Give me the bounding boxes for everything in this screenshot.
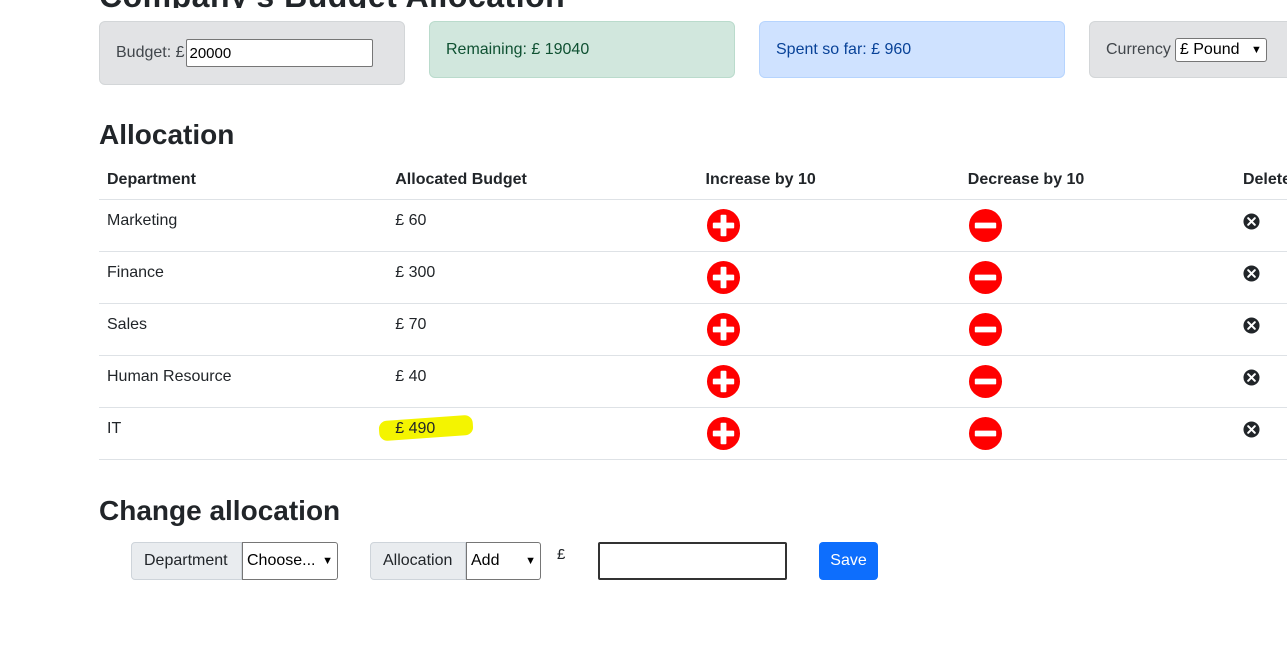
x-circle-icon[interactable] <box>1243 421 1260 438</box>
department-input-group: Department Choose... ▼ <box>131 542 338 580</box>
department-name: Human Resource <box>107 368 232 385</box>
col-header-decrease: Decrease by 10 <box>959 160 1235 200</box>
minus-circle-icon[interactable] <box>968 364 1003 399</box>
x-circle-icon[interactable] <box>1243 265 1260 282</box>
department-name: Finance <box>107 264 164 281</box>
currency-select[interactable]: £ Pound ▼ <box>1174 37 1267 62</box>
allocation-table: Department Allocated Budget Increase by … <box>99 160 1287 460</box>
department-label: Department <box>131 542 242 580</box>
allocation-table-wrap: Department Allocated Budget Increase by … <box>99 160 1287 460</box>
chevron-down-icon: ▼ <box>525 555 536 567</box>
x-circle-icon[interactable] <box>1243 369 1260 386</box>
minus-circle-icon[interactable] <box>968 416 1003 451</box>
department-name: Marketing <box>107 212 178 229</box>
allocated-budget: £ 40 <box>395 368 427 385</box>
table-row: Sales £ 70 <box>99 303 1287 356</box>
budget-input[interactable] <box>185 39 373 67</box>
allocation-type-select[interactable]: Add ▼ <box>466 542 541 580</box>
department-select[interactable]: Choose... ▼ <box>242 542 338 580</box>
x-circle-icon[interactable] <box>1243 213 1260 230</box>
department-name: Sales <box>107 316 148 333</box>
plus-circle-icon[interactable] <box>706 312 741 347</box>
page-title: Company's Budget Allocation <box>99 0 565 8</box>
plus-circle-icon[interactable] <box>706 364 741 399</box>
table-row: IT £ 490 <box>99 407 1287 460</box>
plus-circle-icon[interactable] <box>706 208 741 243</box>
currency-selected: £ Pound <box>1179 40 1240 58</box>
chevron-down-icon: ▼ <box>1251 43 1262 56</box>
amount-input[interactable] <box>598 542 787 580</box>
department-name: IT <box>107 420 122 437</box>
col-header-department: Department <box>99 160 388 200</box>
table-row: Human Resource £ 40 <box>99 355 1287 408</box>
remaining-card: Remaining: £ 19040 <box>429 21 735 78</box>
col-header-delete: Delete <box>1234 160 1287 200</box>
spent-card: Spent so far: £ 960 <box>759 21 1065 78</box>
save-button[interactable]: Save <box>819 542 878 580</box>
budget-card: Budget: £ <box>99 21 405 85</box>
table-header-row: Department Allocated Budget Increase by … <box>99 160 1287 200</box>
allocation-label: Allocation <box>370 542 466 580</box>
allocated-budget: £ 60 <box>395 212 427 229</box>
allocated-budget: £ 70 <box>395 316 427 333</box>
x-circle-icon[interactable] <box>1243 317 1260 334</box>
allocated-budget-highlighted: £ 490 <box>395 420 436 437</box>
allocated-budget: £ 300 <box>395 264 436 281</box>
plus-circle-icon[interactable] <box>706 416 741 451</box>
minus-circle-icon[interactable] <box>968 208 1003 243</box>
currency-label: Currency <box>1106 40 1171 58</box>
table-row: Marketing £ 60 <box>99 199 1287 252</box>
change-allocation-heading: Change allocation <box>99 495 341 526</box>
plus-circle-icon[interactable] <box>706 260 741 295</box>
minus-circle-icon[interactable] <box>968 312 1003 347</box>
col-header-increase: Increase by 10 <box>697 160 960 200</box>
budget-label: Budget: £ <box>116 44 185 61</box>
spent-text: Spent so far: £ 960 <box>776 40 912 58</box>
minus-circle-icon[interactable] <box>968 260 1003 295</box>
col-header-allocated-budget: Allocated Budget <box>387 160 698 200</box>
chevron-down-icon: ▼ <box>322 555 333 567</box>
allocation-input-group: Allocation Add ▼ <box>370 542 541 580</box>
currency-card: Currency £ Pound ▼ <box>1089 21 1287 78</box>
table-row: Finance £ 300 <box>99 251 1287 304</box>
department-selected: Choose... <box>247 552 316 569</box>
allocation-type-selected: Add <box>471 552 500 569</box>
remaining-text: Remaining: £ 19040 <box>446 40 590 58</box>
currency-symbol: £ <box>557 546 566 563</box>
allocation-heading: Allocation <box>99 119 235 150</box>
